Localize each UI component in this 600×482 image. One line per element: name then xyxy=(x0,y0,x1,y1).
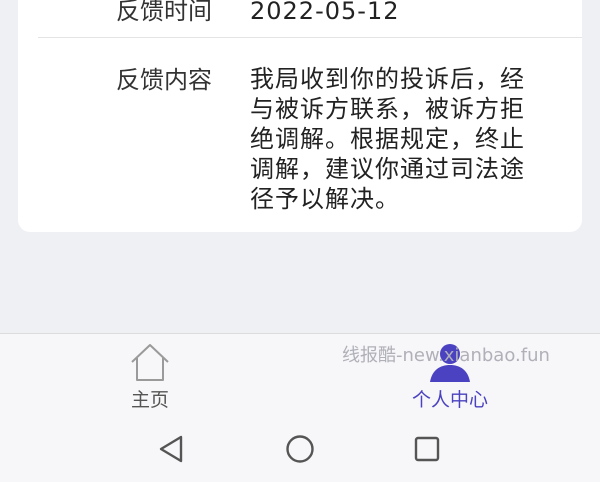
feedback-content-line: 径予以解决。 xyxy=(250,185,400,213)
feedback-time-value: 2022-05-12 xyxy=(250,0,400,25)
home-icon xyxy=(131,344,169,381)
feedback-time-row: 反馈时间 2022-05-12 xyxy=(18,0,582,28)
tab-home[interactable]: 主页 xyxy=(60,334,240,416)
home-circle-icon[interactable] xyxy=(280,429,320,469)
feedback-content-label: 反馈内容 xyxy=(116,66,212,94)
feedback-content-line: 调解，建议你通过司法途 xyxy=(250,155,525,183)
feedback-content-line: 我局收到你的投诉后，经 xyxy=(250,65,525,93)
system-nav-bar xyxy=(0,415,600,482)
tab-personal-center-label: 个人中心 xyxy=(411,389,488,411)
feedback-content-line: 绝调解。根据规定，终止 xyxy=(250,125,525,153)
watermark-text: 线报酷-new.xianbao.fun xyxy=(342,345,550,366)
row-divider xyxy=(38,37,582,38)
feedback-content-line: 与被诉方联系，被诉方拒 xyxy=(250,95,525,123)
recent-square-icon[interactable] xyxy=(407,429,447,469)
back-triangle-icon[interactable] xyxy=(152,429,192,469)
tab-home-label: 主页 xyxy=(130,389,169,411)
feedback-content-text: 我局收到你的投诉后，经 与被诉方联系，被诉方拒 绝调解。根据规定，终止 调解，建… xyxy=(250,64,550,214)
feedback-card: 反馈时间 2022-05-12 反馈内容 我局收到你的投诉后，经 与被诉方联系，… xyxy=(18,0,582,232)
feedback-time-label: 反馈时间 xyxy=(116,0,212,25)
